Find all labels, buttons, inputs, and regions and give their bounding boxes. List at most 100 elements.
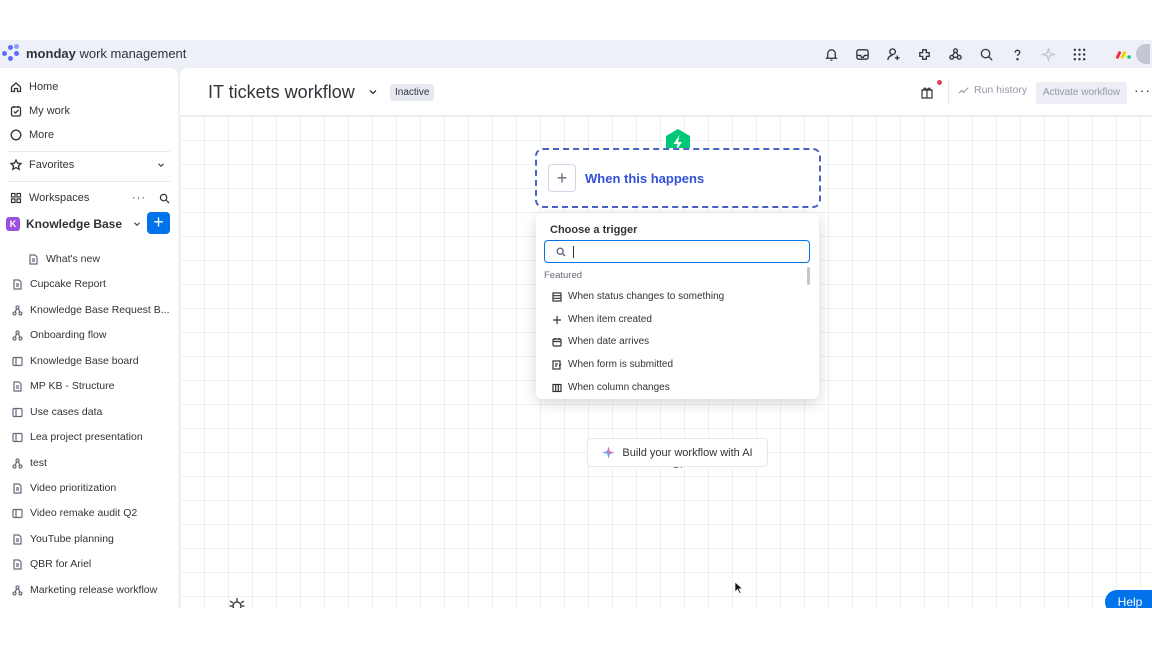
workflow-canvas[interactable]: IT tickets workflow Inactive Run history… — [180, 68, 1152, 608]
help-icon[interactable] — [1002, 43, 1033, 65]
trigger-option-column-changes[interactable]: When column changes — [552, 382, 670, 393]
more-options-button[interactable]: ··· — [1134, 82, 1151, 98]
board-icon — [12, 407, 23, 417]
board-item-label: Video remake audit Q2 — [30, 507, 138, 519]
workflow-title[interactable]: IT tickets workflow — [208, 82, 355, 103]
ai-sparkle-icon[interactable] — [1033, 43, 1064, 65]
sidebar-board-item[interactable]: MP KB - Structure — [12, 380, 172, 392]
sidebar-board-item[interactable]: Marketing release workflow — [12, 584, 172, 596]
trigger-title: When this happens — [585, 171, 705, 186]
sidebar-item-label: Home — [29, 81, 59, 93]
calendar-icon — [552, 337, 562, 347]
divider — [8, 151, 170, 152]
sidebar-board-item[interactable]: test — [12, 457, 172, 469]
trend-icon — [958, 86, 969, 94]
trigger-search-input[interactable] — [571, 243, 801, 261]
trigger-card[interactable]: + When this happens — [535, 148, 821, 208]
run-history-label: Run history — [974, 84, 1028, 96]
chevron-down-icon[interactable] — [368, 87, 378, 97]
sidebar-board-item[interactable]: QBR for Ariel — [12, 558, 172, 570]
sidebar-board-item[interactable]: What's new — [28, 253, 178, 265]
trigger-dropdown: Choose a trigger Featured When status ch… — [536, 213, 819, 399]
option-label: When status changes to something — [568, 291, 725, 302]
board-item-label: Video prioritization — [30, 482, 117, 494]
sidebar-board-item[interactable]: Lea project presentation — [12, 431, 172, 443]
sidebar-item-my-work[interactable]: My work — [10, 105, 70, 117]
board-item-label: Knowledge Base board — [30, 355, 139, 367]
form-icon — [552, 359, 562, 370]
sidebar-item-home[interactable]: Home — [10, 81, 58, 93]
trigger-option-date-arrives[interactable]: When date arrives — [552, 336, 649, 347]
trigger-option-status-change[interactable]: When status changes to something — [552, 291, 724, 302]
add-trigger-button[interactable]: + — [548, 164, 576, 192]
sidebar-item-label: My work — [29, 105, 70, 117]
favorites-section[interactable]: Favorites — [10, 159, 166, 171]
run-history-button[interactable]: Run history — [958, 84, 1027, 96]
board-icon — [12, 508, 23, 518]
bug-icon[interactable] — [228, 597, 246, 608]
add-item-button[interactable]: + — [147, 212, 170, 234]
chevron-down-icon — [158, 163, 164, 168]
workflow-icon — [12, 304, 23, 316]
activate-workflow-button[interactable]: Activate workflow — [1036, 82, 1127, 104]
option-label: When date arrives — [568, 336, 650, 347]
workflow-icon — [12, 457, 23, 469]
star-icon — [10, 159, 22, 171]
top-bar: monday work management — [0, 40, 1152, 68]
app-frame: monday work management Home My work More… — [0, 40, 1152, 608]
monday-product-icon — [1116, 51, 1131, 59]
sidebar-board-item[interactable]: Video remake audit Q2 — [12, 507, 172, 519]
workspaces-more-icon[interactable]: ··· — [132, 192, 146, 204]
status-badge: Inactive — [390, 84, 435, 101]
chevron-down-icon — [134, 222, 140, 227]
workspaces-label: Workspaces — [29, 192, 90, 204]
gift-icon[interactable] — [920, 85, 934, 99]
board-icon — [12, 356, 23, 366]
favorites-label: Favorites — [29, 159, 75, 171]
sidebar-board-item[interactable]: YouTube planning — [12, 533, 172, 545]
build-with-ai-button[interactable]: Build your workflow with AI — [587, 438, 768, 467]
sidebar-board-item[interactable]: Knowledge Base board — [12, 355, 172, 367]
search-icon — [556, 247, 566, 257]
workspaces-grid-icon — [10, 192, 22, 204]
invite-icon[interactable] — [878, 43, 909, 65]
apps-grid-icon[interactable] — [1064, 43, 1095, 65]
account-area[interactable] — [1116, 43, 1152, 65]
sidebar-board-item[interactable]: Use cases data — [12, 406, 172, 418]
brand[interactable]: monday work management — [2, 44, 186, 62]
trigger-option-item-created[interactable]: When item created — [552, 314, 652, 325]
workspace-search-icon[interactable] — [159, 193, 170, 204]
sidebar-item-more[interactable]: More — [10, 129, 54, 141]
trigger-option-form-submitted[interactable]: When form is submitted — [552, 359, 673, 370]
dropdown-title: Choose a trigger — [550, 224, 638, 236]
scrollbar[interactable] — [807, 267, 810, 285]
notification-dot — [937, 80, 942, 85]
doc-icon — [13, 278, 22, 290]
doc-icon — [13, 533, 22, 545]
inbox-icon[interactable] — [847, 43, 878, 65]
board-item-label: Knowledge Base Request B... — [30, 304, 170, 316]
search-icon[interactable] — [971, 43, 1002, 65]
workspace-selector[interactable]: K Knowledge Base — [6, 213, 142, 235]
sidebar-board-item[interactable]: Video prioritization — [12, 482, 172, 494]
sidebar-board-item[interactable]: Cupcake Report — [12, 278, 172, 290]
integrations-icon[interactable] — [909, 43, 940, 65]
doc-icon — [13, 558, 22, 570]
avatar[interactable] — [1136, 44, 1150, 64]
board-item-label: Cupcake Report — [30, 278, 106, 290]
more-icon — [10, 129, 22, 141]
trigger-search-field[interactable] — [544, 240, 810, 263]
board-item-label: Marketing release workflow — [30, 584, 158, 596]
sidebar-item-label: More — [29, 129, 55, 141]
help-button[interactable]: Help — [1105, 590, 1152, 608]
board-item-label: Use cases data — [30, 406, 103, 418]
sidebar-board-item[interactable]: Knowledge Base Request B... — [12, 304, 172, 316]
section-label: Featured — [544, 270, 583, 281]
sidebar-board-item[interactable]: Onboarding flow — [12, 329, 172, 341]
board-item-label: Lea project presentation — [30, 431, 143, 443]
board-item-label: YouTube planning — [30, 533, 114, 545]
workspaces-header[interactable]: Workspaces ··· — [10, 189, 170, 207]
marketplace-icon[interactable] — [940, 43, 971, 65]
bell-icon[interactable] — [816, 43, 847, 65]
board-item-label: Onboarding flow — [30, 329, 107, 341]
